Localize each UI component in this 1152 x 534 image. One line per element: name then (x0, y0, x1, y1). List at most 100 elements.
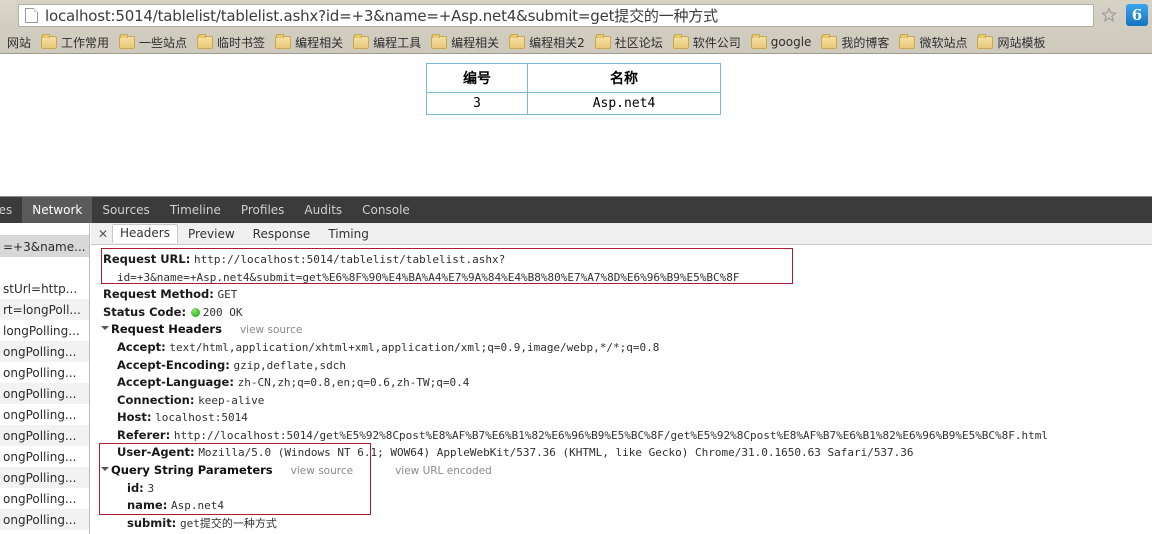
list-item[interactable]: ongPolling... (0, 467, 89, 488)
bookmark-item[interactable]: 编程相关 (426, 32, 504, 52)
folder-icon (119, 33, 136, 49)
tab-timeline[interactable]: Timeline (160, 197, 231, 223)
folder-icon (977, 33, 994, 49)
header-name: Referer: (117, 427, 171, 442)
cell-name: Asp.net4 (527, 92, 721, 115)
list-item[interactable]: longPolling... (0, 320, 89, 341)
query-param-value: Asp.net4 (171, 499, 224, 512)
tab-response[interactable]: Response (245, 225, 319, 243)
query-param-name: id: (127, 480, 144, 495)
list-item[interactable]: ongPolling... (0, 446, 89, 467)
table-header-row: 编号 名称 (426, 63, 721, 93)
tab-console[interactable]: Console (352, 197, 420, 223)
bookmark-star-icon[interactable] (1096, 4, 1122, 27)
header-name: Connection: (117, 392, 195, 407)
bookmark-item[interactable]: 一些站点 (114, 32, 192, 52)
list-item[interactable]: ongPolling... (0, 488, 89, 509)
nav-buttons-area (0, 0, 16, 30)
header-row: Accept-Encoding: gzip,deflate,sdch (103, 357, 1152, 375)
document-icon (25, 7, 38, 23)
bookmark-label: 软件公司 (692, 35, 741, 50)
list-item[interactable]: =+3&name... (0, 236, 89, 257)
query-param-row: name: Asp.net4 (103, 497, 1152, 515)
folder-icon (275, 33, 292, 49)
bookmark-item[interactable]: 工作常用 (36, 32, 114, 52)
query-string-title: Query String Parameters (111, 462, 273, 477)
list-item[interactable]: ongPolling... (0, 383, 89, 404)
tab-sources[interactable]: Sources (92, 197, 159, 223)
cell-id: 3 (426, 92, 528, 115)
view-source-link[interactable]: view source (240, 322, 302, 339)
bookmark-label: google (770, 35, 812, 49)
extension-badge-icon[interactable]: 6 (1126, 4, 1148, 26)
header-row: Host: localhost:5014 (103, 409, 1152, 427)
tab-timing[interactable]: Timing (320, 225, 377, 243)
bookmark-item[interactable]: 社区论坛 (590, 32, 668, 52)
folder-icon (197, 33, 214, 49)
header-name: Accept-Encoding: (117, 357, 230, 372)
tab-preview[interactable]: Preview (180, 225, 243, 243)
request-headers-title: Request Headers (111, 322, 222, 336)
bookmark-label: 社区论坛 (614, 35, 663, 50)
header-value: Mozilla/5.0 (Windows NT 6.1; WOW64) Appl… (198, 446, 914, 459)
devtools-tabbar: ces Network Sources Timeline Profiles Au… (0, 197, 1152, 223)
bookmark-label: 微软站点 (919, 35, 968, 50)
view-source-link[interactable]: view source (291, 463, 353, 480)
bookmark-item[interactable]: 临时书签 (192, 32, 270, 52)
folder-icon (899, 33, 916, 49)
status-badge: 200 OK (202, 305, 243, 319)
bookmark-item[interactable]: 编程相关 (270, 32, 348, 52)
omnibox-row: localhost:5014/tablelist/tablelist.ashx?… (0, 0, 1152, 30)
bookmark-item[interactable]: 我的博客 (816, 32, 894, 52)
list-item[interactable]: rt=longPoll... (0, 299, 89, 320)
request-method-row: Request Method: GET (103, 286, 1152, 304)
tab-profiles[interactable]: Profiles (231, 197, 295, 223)
header-name: Accept-Language: (117, 375, 234, 389)
tab-audits[interactable]: Audits (294, 197, 352, 223)
bookmark-item[interactable]: 网站 (2, 32, 36, 52)
chevron-down-icon[interactable] (101, 326, 109, 330)
request-url-row: Request URL: http://localhost:5014/table… (103, 251, 1152, 269)
table-row: 3 Asp.net4 (426, 92, 721, 115)
request-headers-section[interactable]: Request Headers view source (101, 321, 1152, 339)
bookmark-label: 编程相关 (295, 35, 344, 50)
query-param-row: submit: get提交的一种方式 (103, 515, 1152, 533)
bookmark-item[interactable]: google (746, 32, 817, 52)
bookmarks-bar: 网站 工作常用 一些站点 临时书签 编程相关 编程工具 编程相关 编程相关2 社… (0, 30, 1152, 54)
query-param-value: 3 (147, 481, 155, 495)
request-detail-tabbar: ✕ Headers Preview Response Timing (91, 223, 1152, 245)
tab-resources[interactable]: ces (0, 197, 22, 223)
header-name: User-Agent: (117, 445, 195, 459)
bookmark-item[interactable]: 软件公司 (668, 32, 746, 52)
tab-headers[interactable]: Headers (112, 224, 178, 243)
list-item[interactable]: ongPolling... (0, 341, 89, 362)
query-string-section[interactable]: Query String Parameters view source view… (101, 462, 1152, 480)
chevron-down-icon[interactable] (101, 466, 109, 471)
folder-icon (353, 33, 370, 49)
bookmark-item[interactable]: 编程工具 (348, 32, 426, 52)
bookmark-item[interactable]: 微软站点 (894, 32, 972, 52)
address-bar[interactable]: localhost:5014/tablelist/tablelist.ashx?… (18, 3, 1094, 27)
bookmark-item[interactable]: 网站模板 (972, 32, 1050, 52)
list-item[interactable]: ongPolling... (0, 425, 89, 446)
close-icon[interactable]: ✕ (95, 227, 111, 241)
result-table: 编号 名称 3 Asp.net4 (426, 63, 721, 115)
list-item[interactable]: ongPolling... (0, 509, 89, 530)
view-url-encoded-link[interactable]: view URL encoded (395, 463, 492, 480)
list-item[interactable]: ongPolling... (0, 404, 89, 425)
list-item[interactable]: stUrl=http... (0, 278, 89, 299)
requests-list-header (0, 223, 89, 236)
devtools-body: =+3&name... stUrl=http... rt=longPoll...… (0, 223, 1152, 534)
request-method-value: GET (217, 288, 238, 301)
bookmark-item[interactable]: 编程相关2 (504, 32, 590, 52)
network-requests-list[interactable]: =+3&name... stUrl=http... rt=longPoll...… (0, 223, 90, 534)
headers-content: Request URL: http://localhost:5014/table… (91, 245, 1152, 534)
column-header-id: 编号 (426, 63, 528, 93)
browser-window: localhost:5014/tablelist/tablelist.ashx?… (0, 0, 1152, 534)
list-item[interactable]: ongPolling... (0, 362, 89, 383)
folder-icon (41, 33, 58, 49)
page-viewport: 编号 名称 3 Asp.net4 (0, 54, 1152, 196)
header-name: Host: (117, 410, 152, 424)
list-item[interactable] (0, 257, 89, 278)
tab-network[interactable]: Network (22, 197, 93, 223)
